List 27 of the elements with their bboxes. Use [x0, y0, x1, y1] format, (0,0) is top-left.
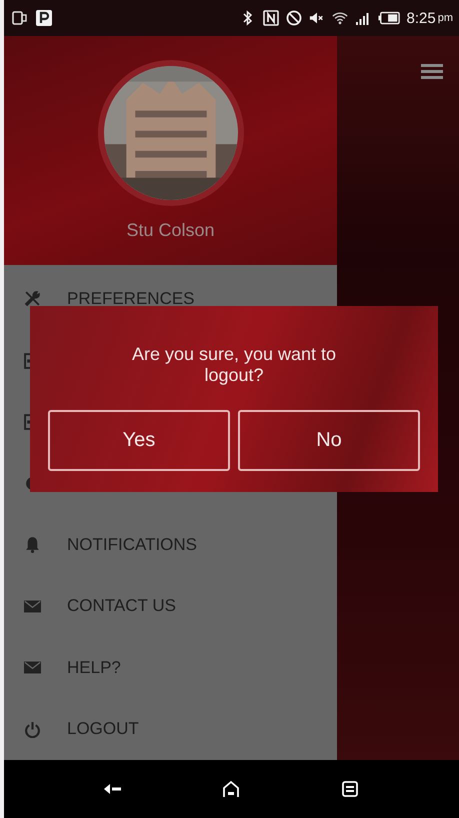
- battery-icon: [378, 11, 400, 25]
- menu-item[interactable]: HELP?: [67, 658, 121, 678]
- recent-apps-icon[interactable]: [340, 780, 360, 798]
- menu-item[interactable]: CONTACT US: [67, 596, 176, 616]
- nfc-icon: [262, 10, 279, 26]
- power-icon: [24, 720, 41, 738]
- wifi-icon: [332, 10, 348, 26]
- mail-icon: [24, 598, 41, 615]
- menu-item[interactable]: PREFERENCES: [67, 288, 195, 309]
- menu-item[interactable]: NOTIFICATIONS: [67, 534, 198, 555]
- blocked-icon: [286, 10, 302, 26]
- signal-icon: [354, 10, 371, 26]
- dialog-button[interactable]: No: [238, 410, 420, 471]
- menu-item[interactable]: LOGOUT: [67, 719, 139, 740]
- mail-icon: [24, 659, 41, 676]
- clock-time: 8:25: [406, 10, 436, 26]
- tools-icon: [24, 290, 41, 308]
- dialog-message: Are you sure, you want to logout?: [130, 344, 338, 386]
- home-icon[interactable]: [221, 780, 242, 798]
- dialog-button[interactable]: Yes: [48, 410, 230, 471]
- parking-icon: [36, 10, 52, 26]
- phone-icon: [12, 10, 28, 26]
- bell-icon: [24, 536, 41, 554]
- profile-name: Stu Colson: [126, 220, 215, 241]
- clock-period: pm: [438, 12, 453, 24]
- menu-icon[interactable]: [421, 64, 443, 80]
- mute-icon: [308, 10, 325, 26]
